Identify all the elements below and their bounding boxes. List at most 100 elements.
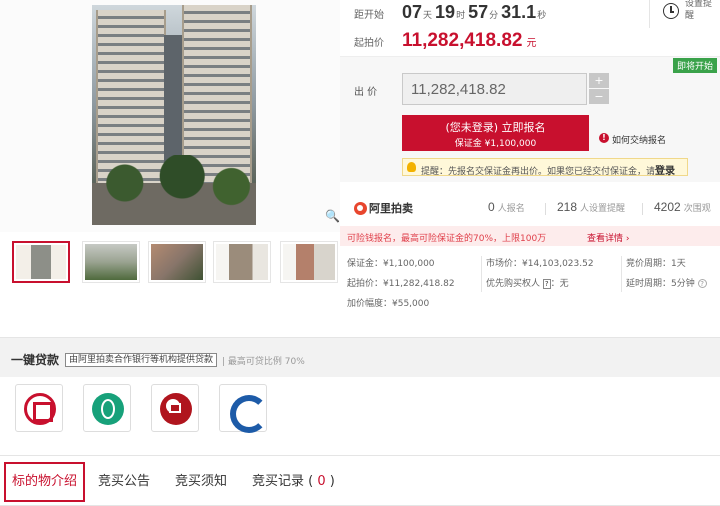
ali-auction-logo: 阿里拍卖 [354, 200, 413, 216]
ccb-logo-icon [228, 393, 268, 433]
thumbnail-4[interactable] [213, 241, 271, 283]
tab-auction-announcement[interactable]: 竞买公告 [92, 462, 156, 502]
login-link[interactable]: 登录 [655, 166, 675, 177]
stat-label: 人设置提醒 [580, 204, 626, 214]
stat-label: 次围观 [683, 204, 711, 214]
register-button-deposit: 保证金 ¥1,100,000 [454, 139, 537, 149]
countdown-days: 07 [402, 2, 423, 22]
detail-tabs: 标的物介绍 竞买公告 竞买须知 竞买记录 ( 0 ) [0, 455, 720, 506]
countdown-minutes-unit: 分 [489, 11, 499, 21]
registrations-stat: 0 人报名 [488, 200, 525, 214]
loan-ratio: | 最高可贷比例 70% [222, 357, 305, 367]
priority-buyer-info: 优先购买权人 ? ：无 [486, 276, 569, 289]
thumbnail-1[interactable] [12, 241, 70, 283]
start-price-value: 11,282,418.82 [402, 30, 523, 51]
bid-input[interactable]: 11,282,418.82 [402, 73, 587, 105]
bid-decrease-button[interactable]: − [589, 89, 609, 104]
zoom-icon[interactable]: 🔍 [325, 209, 340, 223]
thumbnail-strip [12, 241, 342, 283]
info-icon: ! [599, 133, 609, 143]
countdown-seconds-unit: 秒 [537, 11, 547, 21]
countdown-label: 距开始 [354, 10, 384, 21]
start-price-unit: 元 [526, 38, 537, 49]
thumbnail-image [283, 244, 335, 280]
countdown-seconds: 31.1 [501, 2, 537, 22]
thumbnail-3[interactable] [148, 241, 206, 283]
stat-number: 4202 [654, 200, 681, 214]
bank-abc-button[interactable] [83, 384, 131, 432]
one-click-loan-header: 一键贷款 由阿里拍卖合作银行等机构提供贷款 | 最高可贷比例 70% [0, 337, 720, 377]
bank-list [0, 377, 720, 443]
bid-box: 即将开始 出 价 11,282,418.82 + − (您未登录) 立即报名 保… [340, 56, 720, 182]
brand-name: 阿里拍卖 [369, 202, 413, 215]
auction-stats: 阿里拍卖 0 人报名 218 人设置提醒 4202 次围观 [340, 193, 720, 221]
bank-ccb-button[interactable] [219, 384, 268, 433]
bank-icbc-button[interactable] [15, 384, 63, 432]
priority-buyer-label: 优先购买权人 [486, 279, 541, 289]
question-icon[interactable]: ? [697, 279, 707, 288]
reminders-stat: 218 人设置提醒 [557, 200, 625, 214]
reminder-label: 设置提醒 [685, 0, 713, 21]
tab-bid-records[interactable]: 竞买记录 ( 0 ) [246, 462, 341, 502]
thumbnail-5[interactable] [280, 241, 338, 283]
countdown-minutes: 57 [468, 2, 489, 22]
alarm-clock-icon [663, 3, 679, 19]
countdown-hours-unit: 时 [456, 11, 466, 21]
photo-gallery: 🔍 [0, 0, 340, 232]
increment-info: 加价幅度：¥55,000 [347, 299, 430, 309]
boc-logo-icon [160, 393, 192, 425]
bid-record-count: 0 [317, 474, 326, 489]
delay-info: 延时周期：5分钟 ? [626, 276, 707, 289]
countdown-days-unit: 天 [423, 11, 433, 21]
thumbnail-image [151, 244, 203, 280]
cycle-info: 竞价周期：1天 [626, 259, 686, 269]
set-reminder-button[interactable]: 设置提醒 [649, 0, 720, 28]
trees [92, 155, 256, 225]
deposit-loan-strip: 可险钱报名，最高可险保证金的70%，上限100万 查看详情 › [340, 226, 720, 246]
divider [642, 203, 643, 215]
tab-label: 竞买记录 ( [252, 474, 314, 489]
lightbulb-icon [407, 162, 416, 172]
bid-label: 出 价 [354, 87, 378, 98]
divider [481, 256, 482, 292]
abc-logo-icon [92, 393, 124, 425]
tab-auction-notice[interactable]: 竞买须知 [169, 462, 233, 502]
start-price-row: 起拍价 11,282,418.82 元 [354, 30, 536, 52]
thumbnail-image [216, 244, 268, 280]
tab-item-introduction[interactable]: 标的物介绍 [4, 462, 86, 502]
thumbnail-image [85, 244, 137, 280]
icbc-logo-icon [24, 393, 56, 425]
main-photo[interactable] [92, 5, 256, 225]
views-stat: 4202 次围观 [654, 200, 711, 214]
ali-auction-logo-icon [354, 201, 367, 215]
market-price-info: 市场价：¥14,103,023.52 [486, 259, 594, 269]
bid-increase-button[interactable]: + [589, 73, 609, 88]
deposit-info-text: 保证金：¥1,100,000 [347, 259, 435, 269]
thumbnail-image [16, 245, 66, 279]
loan-provider-tag: 由阿里拍卖合作银行等机构提供贷款 [65, 353, 218, 367]
countdown: 距开始 07 天 19 时 57 分 31.1 秒 [354, 2, 549, 24]
start-price-label: 起拍价 [354, 38, 384, 49]
stat-number: 0 [488, 200, 495, 214]
help-badge-icon[interactable]: ? [542, 279, 551, 289]
divider [621, 256, 622, 292]
tab-suffix: ) [329, 474, 335, 489]
login-tip: 提醒：先报名交保证金再出价。如果您已经交付保证金，请登录 [402, 158, 688, 177]
register-button[interactable]: (您未登录) 立即报名 保证金 ¥1,100,000 [402, 115, 589, 151]
delay-text: 延时周期：5分钟 [626, 279, 695, 289]
how-to-pay-link[interactable]: 如何交纳报名 [612, 133, 666, 146]
stat-number: 218 [557, 200, 578, 214]
thumbnail-2[interactable] [82, 241, 140, 283]
bank-boc-button[interactable] [151, 384, 199, 432]
deposit-loan-text: 可险钱报名，最高可险保证金的70%，上限100万 [347, 234, 547, 244]
auction-panel: 距开始 07 天 19 时 57 分 31.1 秒 设置提醒 起拍价 11,28… [340, 0, 720, 320]
view-details-link[interactable]: 查看详情 › [587, 231, 629, 244]
loan-section-title: 一键贷款 [11, 353, 60, 367]
register-button-label: (您未登录) 立即报名 [445, 121, 546, 134]
divider [545, 203, 546, 215]
stat-label: 人报名 [497, 204, 525, 214]
countdown-hours: 19 [435, 2, 456, 22]
priority-buyer-value: ：无 [550, 279, 569, 289]
tip-text: 提醒：先报名交保证金再出价。如果您已经交付保证金，请 [421, 167, 656, 177]
status-badge: 即将开始 [672, 58, 717, 73]
